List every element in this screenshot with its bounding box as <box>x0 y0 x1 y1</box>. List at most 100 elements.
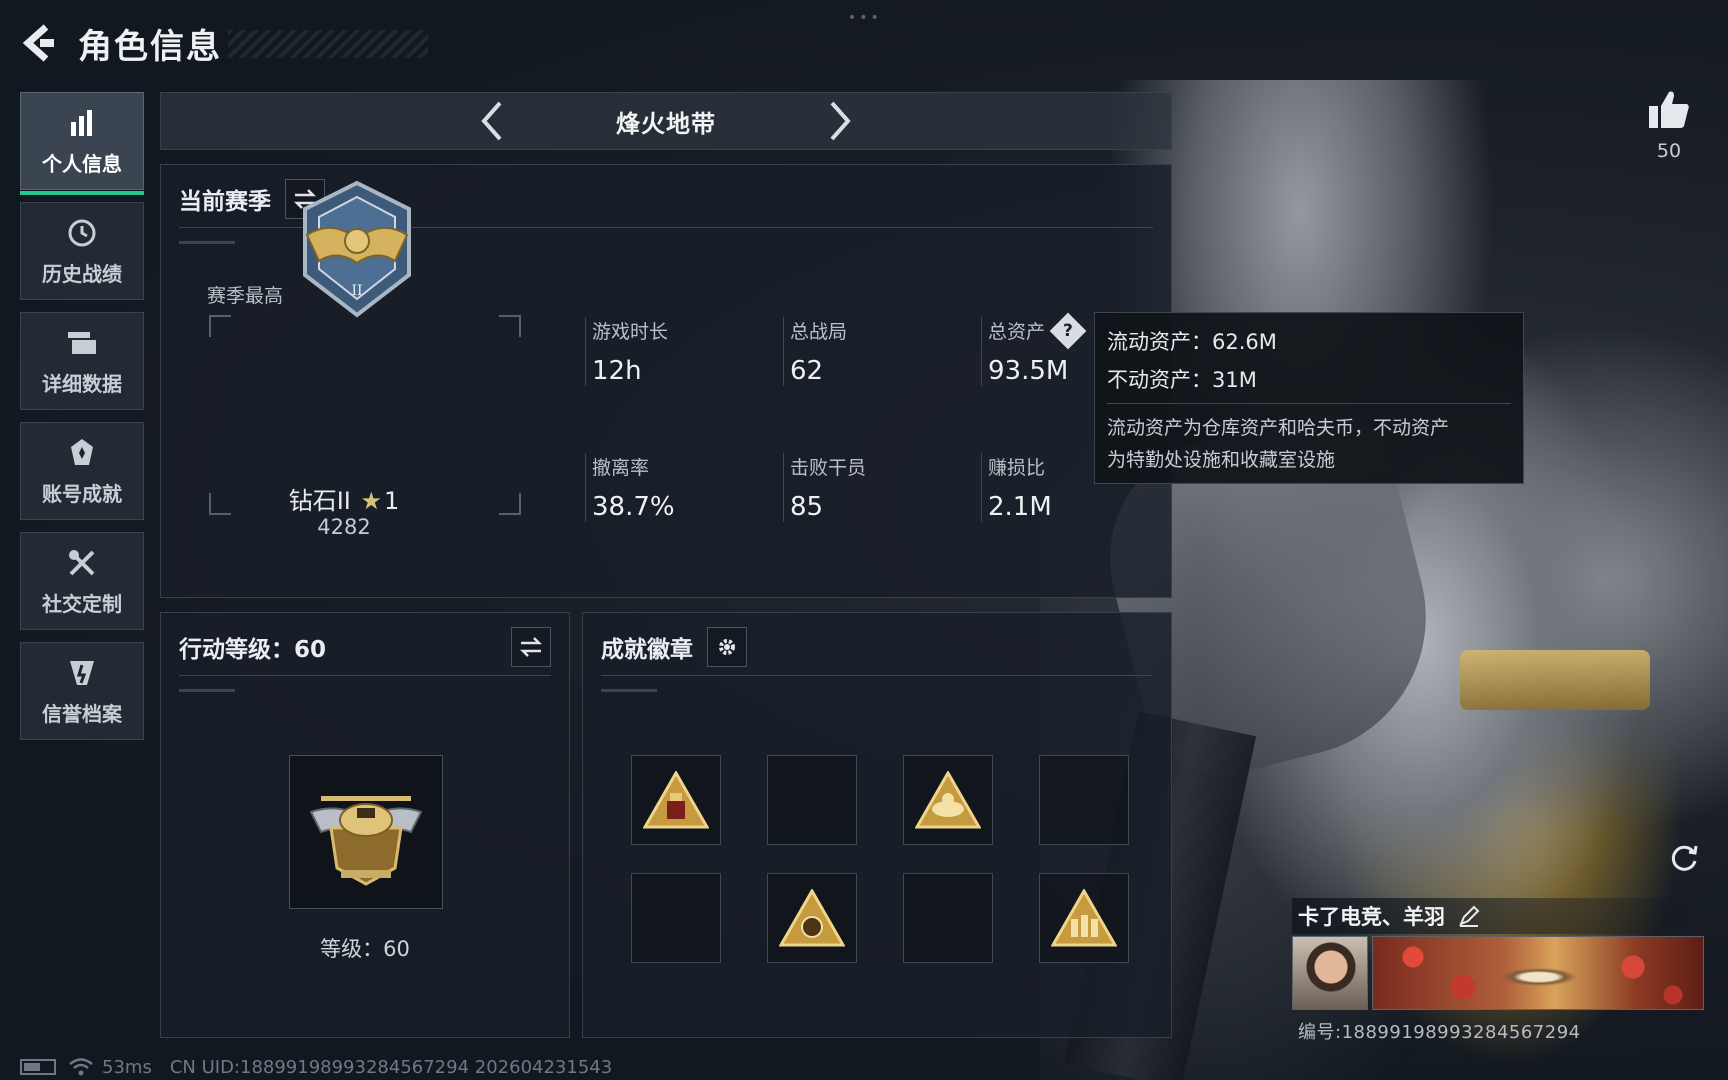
squad-badge-icon <box>1051 889 1117 947</box>
stat-value: 62 <box>790 356 824 386</box>
divider-mark <box>179 689 235 692</box>
level-title: 行动等级：60 <box>179 637 327 663</box>
stat-value: 85 <box>790 492 824 522</box>
rotate-view-icon[interactable] <box>1664 838 1704 878</box>
mode-title: 烽火地带 <box>616 109 716 138</box>
rank-name: 钻石II <box>288 487 351 515</box>
badge-slot-1[interactable] <box>631 755 721 845</box>
header: 角色信息 <box>18 18 428 68</box>
level-header: 行动等级：60 <box>179 627 551 667</box>
emblem-badge-icon <box>779 889 845 947</box>
divider-mark <box>601 689 657 692</box>
nav-item-social-custom[interactable]: 社交定制 <box>20 532 144 630</box>
nav-item-achievements[interactable]: 账号成就 <box>20 422 144 520</box>
wifi-icon <box>69 1058 93 1076</box>
badge-slot-7-empty[interactable] <box>903 873 993 963</box>
divider <box>601 675 1153 676</box>
stat-label: 总资产 <box>988 321 1046 343</box>
level-switch-button[interactable] <box>511 627 551 667</box>
avatar[interactable] <box>1292 936 1368 1010</box>
mode-next-chevron-icon[interactable] <box>820 96 860 146</box>
nav-label: 社交定制 <box>42 591 122 616</box>
thumbs-up-icon <box>1649 91 1689 128</box>
stat-label: 击败干员 <box>790 457 867 479</box>
page-title: 角色信息 <box>78 26 222 67</box>
nav-item-history[interactable]: 历史战绩 <box>20 202 144 300</box>
diamond-rank-emblem-icon: II <box>287 179 427 319</box>
character-gold-band <box>1460 650 1650 710</box>
badges-settings-button[interactable] <box>707 627 747 667</box>
stat-value: 12h <box>592 356 642 386</box>
season-panel: 当前赛季 赛季最高 II 钻石II ★1 4282 游戏时长 12h 总战局 6… <box>160 164 1172 598</box>
tools-icon <box>65 546 99 580</box>
nav-label: 详细数据 <box>42 371 122 396</box>
help-question-icon[interactable]: ? <box>1049 312 1087 349</box>
like-count: 50 <box>1656 140 1682 162</box>
helicopter-emblem-icon <box>309 796 423 886</box>
tooltip-note-line: 流动资产为仓库资产和哈夫币，不动资产 <box>1107 417 1450 439</box>
history-clock-icon <box>65 216 99 250</box>
title-decoration <box>228 30 428 58</box>
bar-chart-icon <box>65 106 99 140</box>
badge-slot-3[interactable] <box>903 755 993 845</box>
action-level-panel: 行动等级：60 等级：60 <box>160 612 570 1038</box>
player-name: 卡了电竞、羊羽 <box>1298 905 1445 929</box>
server-uid: CN UID:18899198993284567294 202604231543 <box>169 1056 613 1078</box>
rank-score: 4282 <box>317 515 371 539</box>
nav-label: 历史战绩 <box>42 261 122 286</box>
svg-text:II: II <box>351 283 362 299</box>
badges-header: 成就徽章 <box>601 627 747 667</box>
tooltip-fixed-assets: 不动资产：31M <box>1107 368 1257 392</box>
like-button[interactable]: 50 <box>1644 88 1694 162</box>
folder-icon <box>65 326 99 360</box>
player-banner[interactable] <box>1372 936 1704 1010</box>
divider <box>1107 403 1511 404</box>
badge-slot-4-empty[interactable] <box>1039 755 1129 845</box>
achievement-badges-panel: 成就徽章 <box>582 612 1172 1038</box>
stat-label: 撤离率 <box>592 457 650 479</box>
status-bar: 53ms CN UID:18899198993284567294 2026042… <box>20 1056 612 1078</box>
nav-item-personal-info[interactable]: 个人信息 <box>20 92 144 195</box>
star-icon: ★ <box>360 487 383 515</box>
player-name-row: 卡了电竞、羊羽 <box>1292 898 1692 934</box>
level-emblem-frame <box>289 755 443 909</box>
stat-total-matches: 总战局 62 <box>783 317 953 386</box>
badge-slot-8[interactable] <box>1039 873 1129 963</box>
level-text: 等级：60 <box>320 937 410 961</box>
stat-value: 2.1M <box>988 492 1052 522</box>
nav-label: 信誉档案 <box>42 701 122 726</box>
divider <box>179 675 551 676</box>
mode-prev-chevron-icon[interactable] <box>472 96 512 146</box>
gear-icon <box>719 639 735 655</box>
hands-badge-icon <box>915 771 981 829</box>
stat-play-time: 游戏时长 12h <box>585 317 755 386</box>
rank-stars: 1 <box>384 487 400 515</box>
top-handle-dots: ••• <box>848 10 882 26</box>
badge-slot-5-empty[interactable] <box>631 873 721 963</box>
nav-item-credit-record[interactable]: 信誉档案 <box>20 642 144 740</box>
season-best-label: 赛季最高 <box>207 285 284 307</box>
badge-slot-2-empty[interactable] <box>767 755 857 845</box>
stat-label: 游戏时长 <box>592 321 669 343</box>
battery-icon <box>20 1059 56 1075</box>
back-arrow-icon[interactable] <box>18 21 58 65</box>
network-ping: 53ms <box>102 1056 152 1078</box>
mode-switcher: 烽火地带 <box>160 92 1172 150</box>
rank-name-row: 钻石II ★1 <box>161 481 527 516</box>
tooltip-liquid-assets: 流动资产：62.6M <box>1107 330 1277 354</box>
player-id: 编号:18899198993284567294 <box>1298 1022 1581 1043</box>
season-best-rank: 赛季最高 II 钻石II ★1 4282 <box>161 165 527 565</box>
nav-label: 账号成就 <box>42 481 122 506</box>
tooltip-note-line: 为特勤处设施和收藏室设施 <box>1107 449 1336 471</box>
badges-title: 成就徽章 <box>601 637 693 663</box>
nav-item-detail-data[interactable]: 详细数据 <box>20 312 144 410</box>
nav-label: 个人信息 <box>42 151 122 176</box>
stat-value: 38.7% <box>592 492 675 522</box>
stat-extract-rate: 撤离率 38.7% <box>585 453 755 522</box>
frame-corner <box>209 315 231 337</box>
achievement-medal-icon <box>65 436 99 470</box>
supply-crate-badge-icon <box>643 771 709 829</box>
edit-pencil-icon[interactable] <box>1457 904 1481 928</box>
frame-corner <box>499 315 521 337</box>
badge-slot-6[interactable] <box>767 873 857 963</box>
